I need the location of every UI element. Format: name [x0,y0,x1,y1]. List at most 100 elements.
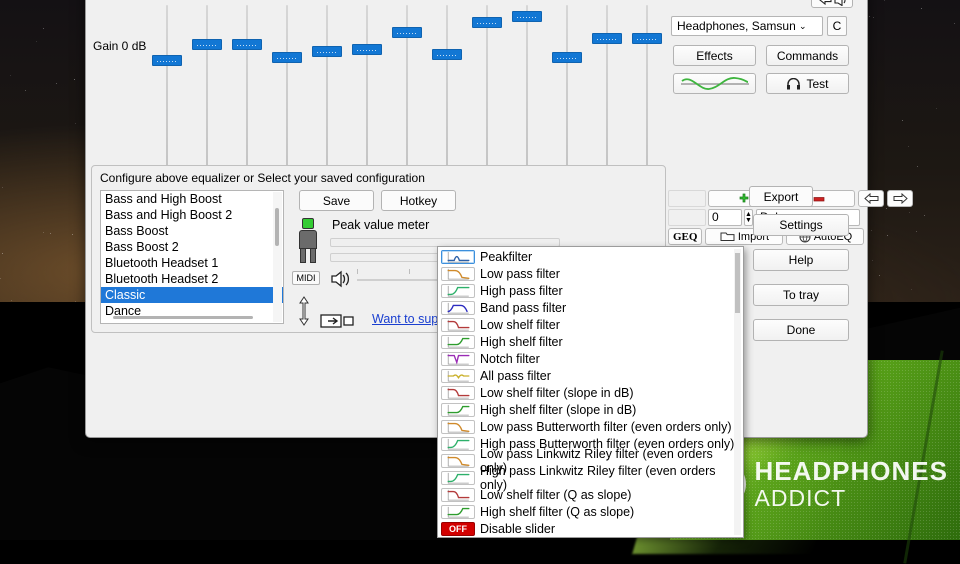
speaker-icon [330,269,352,292]
filter-menu-item-label: High shelf filter (slope in dB) [480,403,636,417]
help-button[interactable]: Help [753,249,849,271]
all-pass-filter-icon [441,369,475,383]
device-c-button[interactable]: C [827,16,847,36]
preset-list-item[interactable]: Bass Boost 2 [101,239,283,255]
midi-button[interactable]: MIDI [292,271,320,285]
slider-track[interactable] [366,5,368,187]
high-pass-filter-icon [441,284,475,298]
filter-menu-item[interactable]: Low pass Butterworth filter (even orders… [438,418,743,435]
support-link[interactable]: Want to supp [372,312,445,326]
curve-preview-button[interactable] [673,73,756,94]
off-icon: OFF [441,522,475,536]
low-shelf-filter-icon [441,318,475,332]
done-button[interactable]: Done [753,319,849,341]
filter-menu-item[interactable]: High shelf filter (Q as slope) [438,503,743,520]
slider-track[interactable] [166,5,168,187]
watermark-line-2: ADDICT [755,487,948,510]
preset-list-item[interactable]: Bass and High Boost [101,191,283,207]
commands-button[interactable]: Commands [766,45,849,66]
slider-thumb[interactable] [552,52,582,63]
save-button[interactable]: Save [299,190,374,211]
filter-menu-item-label: Band pass filter [480,301,566,315]
slider-track[interactable] [286,5,288,187]
filter-menu-item[interactable]: Low shelf filter (slope in dB) [438,384,743,401]
high-pass-butterworth-icon [441,437,475,451]
slider-thumb[interactable] [232,39,262,50]
grid-dot-row [91,101,683,102]
slider-track[interactable] [206,5,208,187]
slider-grid [91,5,683,187]
slider-thumb[interactable] [192,39,222,50]
filter-menu-item[interactable]: Notch filter [438,350,743,367]
arrow-left-icon [864,193,879,204]
next-band-button[interactable] [887,190,913,207]
notch-filter-icon [441,352,475,366]
slider-thumb[interactable] [512,11,542,22]
peak-meter-label: Peak value meter [332,218,429,232]
filter-menu-item[interactable]: High shelf filter [438,333,743,350]
filter-menu-item[interactable]: Peakfilter [438,248,743,265]
filter-menu-item-label: Low shelf filter (Q as slope) [480,488,631,502]
geq-button[interactable]: GEQ [668,228,702,245]
preset-list-vscrollbar[interactable] [273,192,282,322]
slider-track[interactable] [526,5,528,187]
slider-track[interactable] [566,5,568,187]
preset-list-item[interactable]: Classic [101,287,283,303]
slider-thumb[interactable] [312,46,342,57]
filter-menu-scrollbar[interactable] [734,249,741,535]
slider-thumb[interactable] [352,44,382,55]
preset-list-item[interactable]: Bluetooth Headset 1 [101,255,283,271]
preset-list-item[interactable]: Bass Boost [101,223,283,239]
slider-thumb[interactable] [632,33,662,44]
gain-value-cell-empty[interactable] [668,190,706,207]
settings-button[interactable]: Settings [753,214,849,236]
preset-list-hscrollbar[interactable] [107,315,269,320]
filter-menu-item[interactable]: Low shelf filter [438,316,743,333]
filter-menu-item-label: All pass filter [480,369,551,383]
filter-menu-item[interactable]: High pass Linkwitz Riley filter (even or… [438,469,743,486]
slider-thumb[interactable] [152,55,182,66]
to-tray-button[interactable]: To tray [753,284,849,306]
device-selector[interactable]: Headphones, Samsung ⌄ [671,16,823,36]
hotkey-button[interactable]: Hotkey [381,190,456,211]
slider-track[interactable] [326,5,328,187]
volume-prev-button[interactable] [811,0,853,8]
delay-spinner[interactable]: ▲▼ [744,209,753,226]
preset-list-item[interactable]: Bass and High Boost 2 [101,207,283,223]
slider-thumb[interactable] [432,49,462,60]
test-button[interactable]: Test [766,73,849,94]
export-button[interactable]: Export [749,186,813,207]
slider-thumb[interactable] [272,52,302,63]
preset-list-item[interactable]: Bluetooth Headset 2 [101,271,283,287]
filter-menu-item[interactable]: Low pass filter [438,265,743,282]
remove-band-icon [812,195,826,203]
slider-thumb[interactable] [472,17,502,28]
updown-arrow-icon[interactable] [296,296,312,329]
config-panel-title: Configure above equalizer or Select your… [92,166,665,188]
grid-dot-row [91,161,683,162]
grid-dot-row [91,86,683,87]
slider-track[interactable] [446,5,448,187]
filter-type-dropdown-menu[interactable]: PeakfilterLow pass filterHigh pass filte… [437,246,744,538]
filter-menu-item[interactable]: High shelf filter (slope in dB) [438,401,743,418]
filter-menu-item[interactable]: High pass filter [438,282,743,299]
slider-track[interactable] [486,5,488,187]
person-icon [297,218,319,264]
delay-value-input[interactable]: 0 [708,209,742,226]
preset-list[interactable]: Bass and High BoostBass and High Boost 2… [100,190,284,324]
slider-track[interactable] [246,5,248,187]
high-shelf-slope-db-icon [441,403,475,417]
low-pass-filter-icon [441,267,475,281]
prev-band-button[interactable] [858,190,884,207]
slider-thumb[interactable] [592,33,622,44]
effects-button[interactable]: Effects [673,45,756,66]
low-shelf-slope-db-icon [441,386,475,400]
filter-menu-item[interactable]: OFF Disable slider [438,520,743,537]
filter-menu-item[interactable]: Band pass filter [438,299,743,316]
filter-menu-item[interactable]: All pass filter [438,367,743,384]
filter-menu-item-label: Disable slider [480,522,555,536]
slider-thumb[interactable] [392,27,422,38]
quality-value-cell-empty[interactable] [668,209,706,226]
slider-area[interactable] [91,5,683,187]
transfer-icon[interactable] [320,313,354,332]
